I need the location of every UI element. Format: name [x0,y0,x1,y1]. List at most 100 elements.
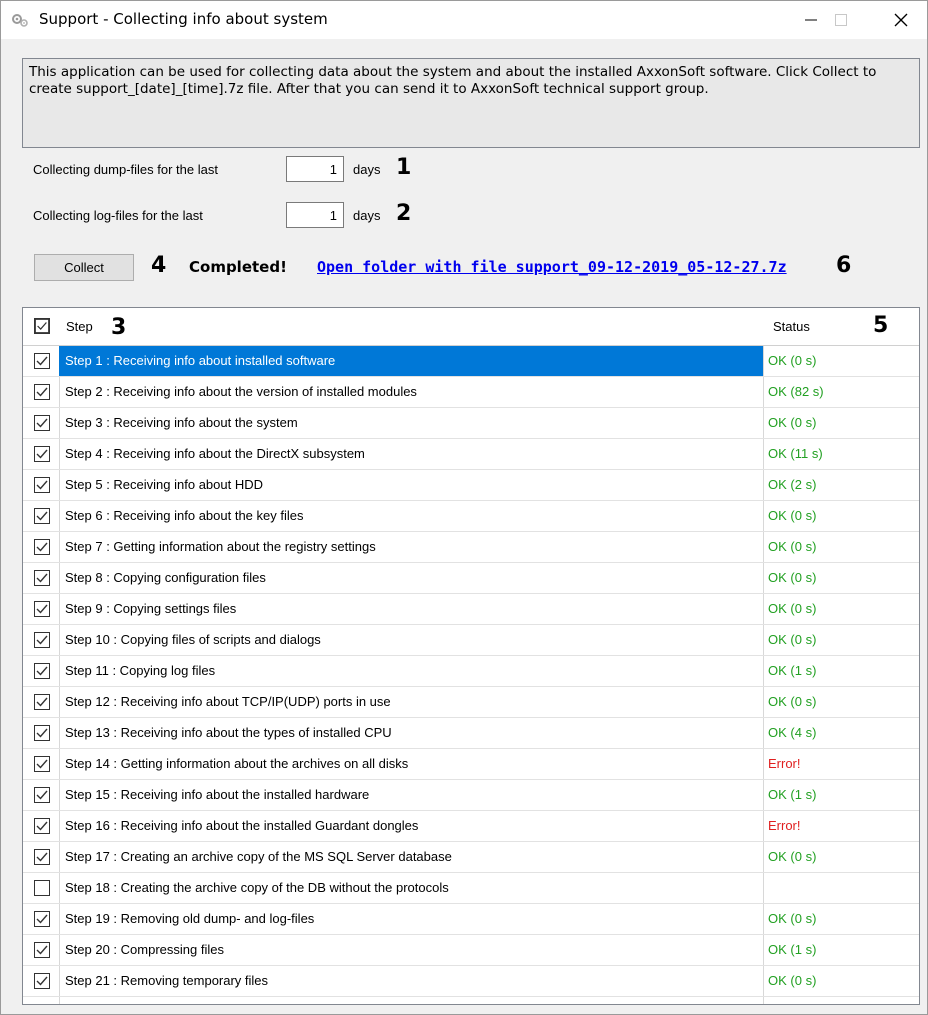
checkmark-icon [34,570,50,586]
step-status: Error! [768,756,801,771]
step-row[interactable]: Step 20 : Compressing files OK (1 s) [23,935,919,966]
step-label: Step 1 : Receiving info about installed … [59,346,763,376]
step-label: Step 4 : Receiving info about the Direct… [65,446,365,461]
step-checkbox[interactable] [34,663,50,682]
step-row[interactable]: Step 4 : Receiving info about the Direct… [23,439,919,470]
step-checkbox[interactable] [34,787,50,806]
step-label: Step 16 : Receiving info about the insta… [65,818,419,833]
step-checkbox[interactable] [34,694,50,713]
step-row[interactable]: Step 21 : Removing temporary files OK (0 … [23,966,919,997]
step-checkbox[interactable] [34,508,50,527]
step-status: OK (1 s) [768,663,817,678]
step-row[interactable]: Step 9 : Copying settings files OK (0 s) [23,594,919,625]
step-row[interactable]: Step 15 : Receiving info about the insta… [23,780,919,811]
checkmark-icon [34,353,50,369]
annotation-badge-6: 6 [836,253,852,278]
checkmark-icon [34,477,50,493]
step-checkbox[interactable] [34,353,50,372]
checkmark-icon [34,787,50,803]
step-status: OK (0 s) [768,911,817,926]
step-status: OK (0 s) [768,694,817,709]
step-row[interactable]: Step 2 : Receiving info about the versio… [23,377,919,408]
annotation-badge-2: 2 [396,201,412,226]
step-checkbox[interactable] [34,756,50,775]
step-row[interactable]: Step 10 : Copying files of scripts and d… [23,625,919,656]
step-label: Step 6 : Receiving info about the key fi… [65,508,304,523]
step-column-header[interactable]: Step [66,319,93,334]
step-checkbox[interactable] [34,539,50,558]
step-label: Step 12 : Receiving info about TCP/IP(UD… [65,694,391,709]
step-status: OK (1 s) [768,942,817,957]
open-folder-link[interactable]: Open folder with file support_09-12-2019… [317,258,787,276]
step-status: Error! [768,818,801,833]
step-row[interactable]: Step 14 : Getting information about the … [23,749,919,780]
step-label: Step 8 : Copying configuration files [65,570,266,585]
step-label: Step 5 : Receiving info about HDD [65,477,263,492]
step-label: Step 2 : Receiving info about the versio… [65,384,417,399]
maximize-button[interactable] [818,1,864,39]
log-days-input[interactable] [286,202,344,228]
step-row[interactable]: Step 19 : Removing old dump- and log-fil… [23,904,919,935]
step-checkbox[interactable] [34,880,50,899]
step-checkbox[interactable] [34,632,50,651]
step-checkbox[interactable] [34,570,50,589]
step-row[interactable]: Step 5 : Receiving info about HDD OK (2 s… [23,470,919,501]
dump-files-label: Collecting dump-files for the last [33,162,218,177]
annotation-badge-1: 1 [396,155,412,180]
step-status: OK (0 s) [768,415,817,430]
step-row[interactable]: Step 8 : Copying configuration files OK (… [23,563,919,594]
step-row[interactable]: Step 18 : Creating the archive copy of t… [23,873,919,904]
checkmark-icon [34,601,50,617]
checkmark-icon [34,818,50,834]
step-row[interactable]: Step 13 : Receiving info about the types… [23,718,919,749]
step-status: OK (0 s) [768,508,817,523]
steps-grid: Step 3 Status 5 Step 1 : Receiving info … [22,307,920,1005]
step-label: Step 10 : Copying files of scripts and d… [65,632,321,647]
step-label: Step 14 : Getting information about the … [65,756,409,771]
step-row[interactable]: Step 12 : Receiving info about TCP/IP(UD… [23,687,919,718]
step-checkbox[interactable] [34,601,50,620]
info-textbox: This application can be used for collect… [22,58,920,148]
step-checkbox[interactable] [34,911,50,930]
step-label: Step 3 : Receiving info about the system [65,415,298,430]
step-checkbox[interactable] [34,818,50,837]
step-row[interactable]: Step 7 : Getting information about the r… [23,532,919,563]
step-row[interactable]: Step 16 : Receiving info about the insta… [23,811,919,842]
step-status: OK (1 s) [768,787,817,802]
checkmark-icon [34,415,50,431]
title-bar[interactable]: Support - Collecting info about system [1,1,927,39]
step-checkbox[interactable] [34,942,50,961]
step-checkbox[interactable] [34,849,50,868]
window-title: Support - Collecting info about system [39,10,328,28]
step-row[interactable]: Step 1 : Receiving info about installed … [23,346,919,377]
step-label: Step 15 : Receiving info about the insta… [65,787,370,802]
grid-header: Step 3 Status 5 [23,308,919,346]
checkmark-icon [34,384,50,400]
collect-button[interactable]: Collect [34,254,134,281]
step-row[interactable]: Step 6 : Receiving info about the key fi… [23,501,919,532]
dump-days-input[interactable] [286,156,344,182]
step-checkbox[interactable] [34,446,50,465]
step-checkbox[interactable] [34,725,50,744]
step-label: Step 7 : Getting information about the r… [65,539,376,554]
checkmark-icon [34,694,50,710]
step-status: OK (0 s) [768,973,817,988]
step-checkbox[interactable] [34,384,50,403]
select-all-checkbox[interactable] [34,318,50,334]
step-checkbox[interactable] [34,415,50,434]
step-status: OK (0 s) [768,601,817,616]
step-checkbox[interactable] [34,973,50,992]
checkmark-icon [34,756,50,772]
step-label: Step 20 : Compressing files [65,942,224,957]
checkmark-icon [34,849,50,865]
step-row[interactable]: Step 11 : Copying log files OK (1 s) [23,656,919,687]
step-row[interactable]: Step 3 : Receiving info about the system… [23,408,919,439]
close-button[interactable] [878,1,924,39]
checkmark-icon [34,725,50,741]
step-checkbox[interactable] [34,477,50,496]
status-column-header[interactable]: Status [773,319,810,334]
step-row[interactable]: Step 17 : Creating an archive copy of th… [23,842,919,873]
minimize-icon [805,19,817,21]
step-status: OK (82 s) [768,384,824,399]
gears-icon [12,14,28,27]
